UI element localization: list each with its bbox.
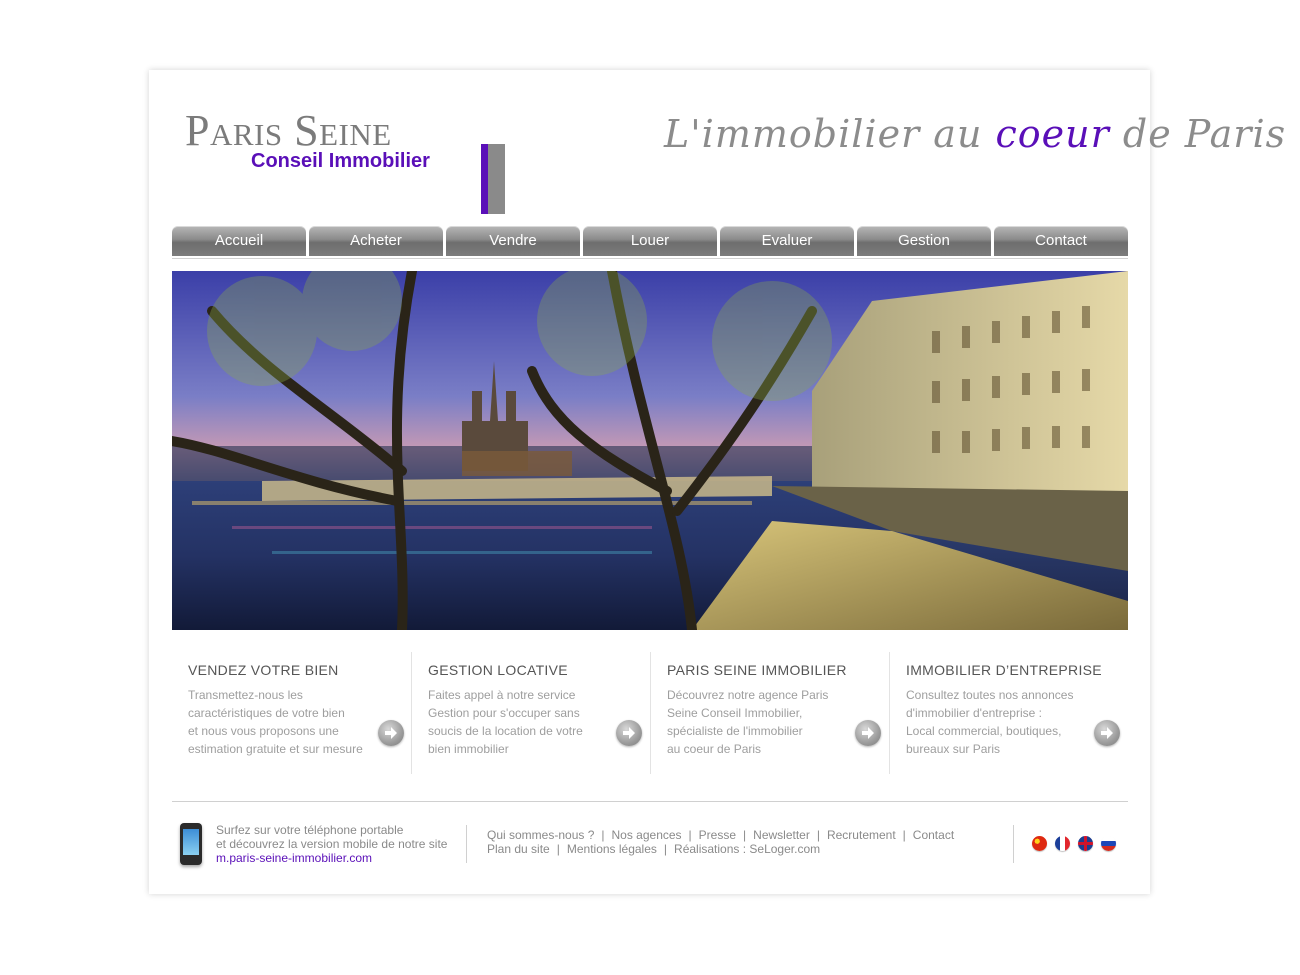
link-contact[interactable]: Contact [913, 828, 954, 842]
logo[interactable]: Paris Seine Conseil Immobilier [185, 106, 505, 214]
feature-vendez: VENDEZ VOTRE BIEN Transmettez-nous les c… [172, 652, 411, 774]
mobile-line1: Surfez sur votre téléphone portable [216, 823, 404, 837]
feature-line: estimation gratuite et sur mesure [188, 742, 363, 756]
feature-line: bureaux sur Paris [906, 742, 1001, 756]
language-flags [1032, 836, 1116, 851]
feature-line: d'immobilier d'entreprise : [906, 706, 1042, 720]
feature-entreprise: IMMOBILIER D’ENTREPRISE Consultez toutes… [889, 652, 1128, 774]
nav-item-vendre[interactable]: Vendre [446, 226, 580, 256]
feature-text: Faites appel à notre service Gestion pou… [428, 686, 623, 758]
footer-links-row1: Qui sommes-nous ? | Nos agences | Presse | New… [487, 828, 1007, 842]
china-flag-icon[interactable] [1032, 836, 1047, 851]
link-plan-du-site[interactable]: Plan du site [487, 842, 550, 856]
feature-title: PARIS SEINE IMMOBILIER [667, 662, 847, 678]
link-presse[interactable]: Presse [699, 828, 736, 842]
feature-title: IMMOBILIER D’ENTREPRISE [906, 662, 1102, 678]
link-separator: | [663, 842, 668, 856]
feature-paris-seine: PARIS SEINE IMMOBILIER Découvrez notre a… [650, 652, 889, 774]
feature-line: au coeur de Paris [667, 742, 762, 756]
footer-separator [466, 825, 467, 863]
link-recrutement[interactable]: Recrutement [827, 828, 896, 842]
arrow-right-icon[interactable] [855, 720, 881, 746]
page-container: Paris Seine Conseil Immobilier L'immobil… [149, 70, 1285, 894]
nav-item-contact[interactable]: Contact [994, 226, 1128, 256]
feature-line: Transmettez-nous les [188, 688, 303, 702]
logo-bar [481, 144, 505, 214]
link-separator: | [601, 828, 605, 842]
feature-title: VENDEZ VOTRE BIEN [188, 662, 339, 678]
arrow-right-icon[interactable] [616, 720, 642, 746]
link-qui-sommes-nous[interactable]: Qui sommes-nous ? [487, 828, 594, 842]
link-nos-agences[interactable]: Nos agences [612, 828, 682, 842]
feature-line: Seine Conseil Immobilier, [667, 706, 803, 720]
feature-line: soucis de la location de votre [428, 724, 583, 738]
tagline: L'immobilier au coeur de Paris [664, 112, 1285, 172]
feature-text: Consultez toutes nos annonces d'immobili… [906, 686, 1101, 758]
feature-line: Découvrez notre agence Paris [667, 688, 829, 702]
feature-line: Gestion pour s'occuper sans [428, 706, 580, 720]
france-flag-icon[interactable] [1055, 836, 1070, 851]
link-separator: | [743, 828, 747, 842]
feature-line: bien immobilier [428, 742, 509, 756]
feature-line: Faites appel à notre service [428, 688, 576, 702]
feature-line: Consultez toutes nos annonces [906, 688, 1074, 702]
mobile-promo: Surfez sur votre téléphone portable et d… [178, 821, 478, 869]
main-nav: Accueil Acheter Vendre Louer Evaluer Ges… [172, 226, 1128, 258]
hero-image-paris-seine [172, 271, 1128, 630]
arrow-right-icon[interactable] [1094, 720, 1120, 746]
features-section: VENDEZ VOTRE BIEN Transmettez-nous les c… [172, 652, 1128, 774]
feature-line: Local commercial, boutiques, [906, 724, 1062, 738]
nav-item-evaluer[interactable]: Evaluer [720, 226, 854, 256]
feature-line: caractéristiques de votre bien [188, 706, 345, 720]
tagline-part2: de Paris [1109, 112, 1287, 156]
footer-divider [172, 801, 1128, 802]
mobile-site-link[interactable]: m.paris-seine-immobilier.com [216, 851, 447, 865]
uk-flag-icon[interactable] [1078, 836, 1093, 851]
feature-text: Découvrez notre agence Paris Seine Conse… [667, 686, 862, 758]
tagline-accent: coeur [995, 112, 1110, 156]
link-separator: | [816, 828, 820, 842]
smartphone-icon [180, 823, 202, 865]
link-newsletter[interactable]: Newsletter [753, 828, 810, 842]
feature-gestion: GESTION LOCATIVE Faites appel à notre se… [411, 652, 650, 774]
tagline-part1: L'immobilier au [664, 112, 996, 156]
nav-item-accueil[interactable]: Accueil [172, 226, 306, 256]
nav-item-gestion[interactable]: Gestion [857, 226, 991, 256]
link-separator: | [556, 842, 560, 856]
link-separator: | [902, 828, 906, 842]
feature-text: Transmettez-nous les caractéristiques de… [188, 686, 383, 758]
footer-links-row2: Plan du site | Mentions légales | Réalisatio… [487, 842, 1007, 856]
feature-line: et nous vous proposons une [188, 724, 339, 738]
footer-links: Qui sommes-nous ? | Nos agences | Presse | New… [487, 828, 1007, 856]
arrow-right-icon[interactable] [378, 720, 404, 746]
nav-item-acheter[interactable]: Acheter [309, 226, 443, 256]
feature-title: GESTION LOCATIVE [428, 662, 568, 678]
feature-line: spécialiste de l'immobilier [667, 724, 803, 738]
link-realisations[interactable]: Réalisations : SeLoger.com [674, 842, 820, 856]
footer-separator [1013, 825, 1014, 863]
mobile-line2: et découvrez la version mobile de notre … [216, 837, 448, 851]
link-separator: | [688, 828, 692, 842]
mobile-promo-text: Surfez sur votre téléphone portable et d… [216, 823, 447, 865]
nav-divider [172, 258, 1128, 259]
hero-illustration [172, 271, 1128, 630]
russia-flag-icon[interactable] [1101, 836, 1116, 851]
logo-title: Paris Seine [185, 106, 392, 155]
nav-item-louer[interactable]: Louer [583, 226, 717, 256]
link-mentions-legales[interactable]: Mentions légales [567, 842, 657, 856]
logo-subtitle: Conseil Immobilier [251, 150, 430, 172]
